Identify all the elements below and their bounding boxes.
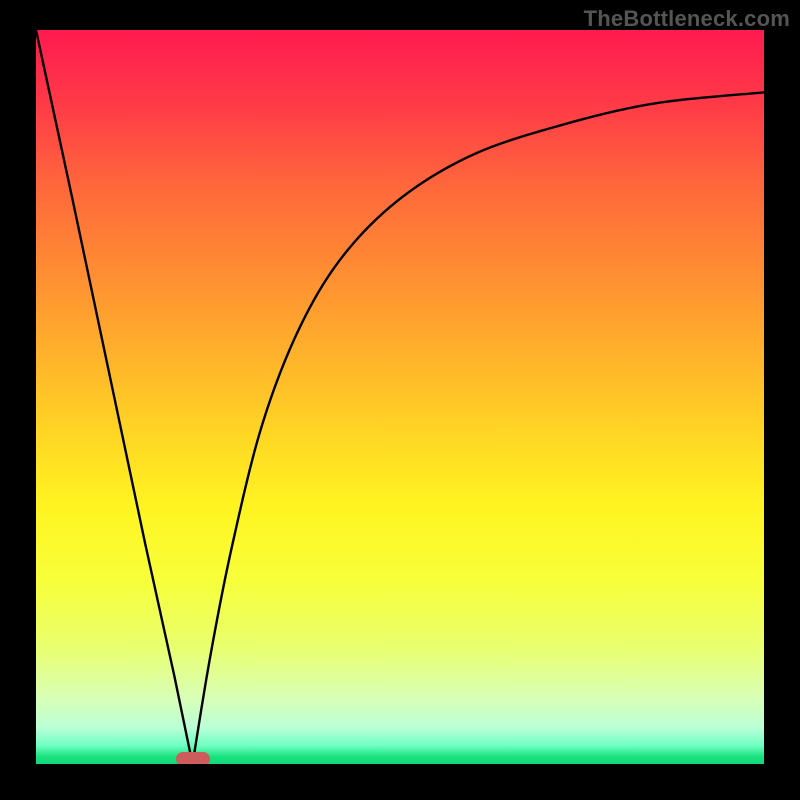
watermark-text: TheBottleneck.com xyxy=(584,6,790,32)
chart-frame: TheBottleneck.com xyxy=(0,0,800,800)
plot-area xyxy=(36,30,764,764)
min-marker-icon xyxy=(176,752,210,764)
bottleneck-curve xyxy=(36,30,764,764)
